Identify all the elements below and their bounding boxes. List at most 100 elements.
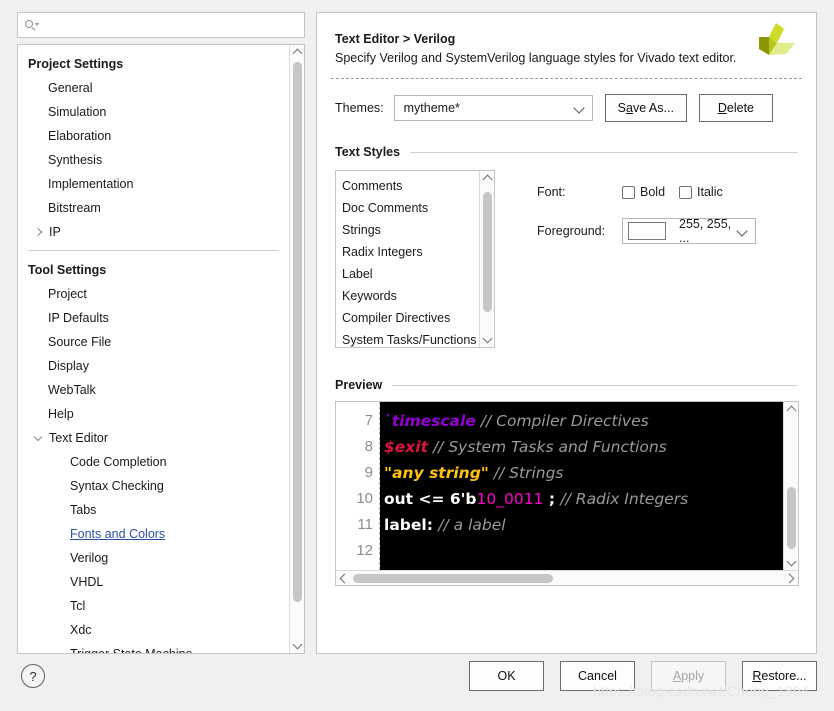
sidebar-item-label: Xdc bbox=[70, 623, 92, 637]
help-button[interactable]: ? bbox=[21, 664, 45, 688]
text-style-item-system-tasks-functions[interactable]: System Tasks/Functions bbox=[336, 329, 479, 347]
themes-select[interactable]: mytheme* bbox=[393, 95, 593, 121]
sidebar-item-ip-defaults[interactable]: IP Defaults bbox=[18, 306, 289, 330]
search-box[interactable] bbox=[17, 12, 305, 38]
text-styles-section-header: Text Styles bbox=[335, 145, 798, 159]
text-style-item-label[interactable]: Label bbox=[336, 263, 479, 285]
bold-checkbox[interactable] bbox=[622, 185, 635, 199]
scroll-right-icon[interactable] bbox=[783, 571, 798, 586]
ok-button[interactable]: OK bbox=[469, 661, 544, 691]
sidebar-item-help[interactable]: Help bbox=[18, 402, 289, 426]
text-style-item-strings[interactable]: Strings bbox=[336, 219, 479, 241]
scroll-up-icon[interactable] bbox=[480, 171, 495, 186]
sidebar-item-label: Source File bbox=[48, 335, 112, 349]
sidebar-item-ip[interactable]: IP bbox=[18, 220, 289, 244]
token-comment: // System Tasks and Functions bbox=[428, 438, 667, 456]
delete-theme-button[interactable]: Delete bbox=[698, 94, 773, 122]
scroll-left-icon[interactable] bbox=[336, 571, 351, 586]
sidebar-item-label: IP Defaults bbox=[48, 311, 109, 325]
scroll-track[interactable] bbox=[784, 417, 799, 555]
section-rule bbox=[410, 151, 798, 153]
header-divider bbox=[331, 78, 802, 79]
panel-header: Text Editor > Verilog Specify Verilog an… bbox=[317, 13, 816, 65]
sidebar-item-label: WebTalk bbox=[48, 383, 96, 397]
sidebar-item-source-file[interactable]: Source File bbox=[18, 330, 289, 354]
sidebar-item-verilog[interactable]: Verilog bbox=[18, 546, 289, 570]
preview-horizontal-scrollbar[interactable] bbox=[336, 570, 798, 585]
sidebar-item-implementation[interactable]: Implementation bbox=[18, 172, 289, 196]
scroll-down-icon[interactable] bbox=[784, 555, 799, 570]
settings-tree: Project Settings General Simulation Elabora… bbox=[17, 44, 305, 654]
text-style-item-compiler-directives[interactable]: Compiler Directives bbox=[336, 307, 479, 329]
sidebar-item-label: Fonts and Colors bbox=[70, 527, 166, 541]
foreground-color-select[interactable]: 255, 255, ... bbox=[622, 217, 756, 245]
scroll-track[interactable] bbox=[351, 571, 783, 586]
sidebar-item-project[interactable]: Project bbox=[18, 282, 289, 306]
sidebar-item-general[interactable]: General bbox=[18, 76, 289, 100]
sidebar-item-bitstream[interactable]: Bitstream bbox=[18, 196, 289, 220]
scroll-down-icon[interactable] bbox=[290, 638, 305, 653]
restore-button[interactable]: Restore... bbox=[742, 661, 817, 691]
scroll-track[interactable] bbox=[480, 186, 495, 332]
preview-code[interactable]: `timescale // Compiler Directives $exit /… bbox=[380, 402, 783, 570]
text-style-item-comments[interactable]: Comments bbox=[336, 175, 479, 197]
line-number: 12 bbox=[356, 542, 373, 559]
sidebar-item-label: Tabs bbox=[70, 503, 97, 517]
apply-button: Apply bbox=[651, 661, 726, 691]
sidebar-item-label: Elaboration bbox=[48, 129, 112, 143]
token-plain: label: bbox=[384, 516, 439, 534]
italic-checkbox[interactable] bbox=[679, 185, 693, 199]
sidebar-item-synthesis[interactable]: Synthesis bbox=[18, 148, 289, 172]
sidebar-item-tabs[interactable]: Tabs bbox=[18, 498, 289, 522]
sidebar-item-trigger-state-machine[interactable]: Trigger State Machine bbox=[18, 642, 289, 653]
cancel-button[interactable]: Cancel bbox=[560, 661, 635, 691]
search-input[interactable] bbox=[38, 17, 268, 33]
sidebar-item-label: Synthesis bbox=[48, 153, 103, 167]
font-properties: Font: Bold Italic Foreground: 255, 255, … bbox=[537, 170, 756, 348]
page-subtitle: Specify Verilog and SystemVerilog langua… bbox=[335, 51, 737, 65]
token-comment: // a label bbox=[438, 516, 506, 534]
text-style-item-keywords[interactable]: Keywords bbox=[336, 285, 479, 307]
save-as-button[interactable]: Sa ve As... bbox=[604, 94, 687, 122]
chevron-right-icon[interactable] bbox=[32, 225, 46, 239]
settings-tree-scrollbar[interactable] bbox=[289, 45, 304, 653]
sidebar-item-display[interactable]: Display bbox=[18, 354, 289, 378]
sidebar-item-code-completion[interactable]: Code Completion bbox=[18, 450, 289, 474]
preview-box: 7 8 9 10 11 12 `timescale // Compiler Directi… bbox=[335, 401, 799, 586]
text-styles-scrollbar[interactable] bbox=[479, 171, 494, 347]
sidebar-item-simulation[interactable]: Simulation bbox=[18, 100, 289, 124]
preview-code-line: "any string" // Strings bbox=[384, 460, 783, 486]
sidebar-item-xdc[interactable]: Xdc bbox=[18, 618, 289, 642]
chevron-down-icon bbox=[574, 102, 586, 114]
text-styles-title: Text Styles bbox=[335, 145, 401, 159]
scroll-up-icon[interactable] bbox=[784, 402, 799, 417]
sidebar-item-vhdl[interactable]: VHDL bbox=[18, 570, 289, 594]
sidebar-item-tcl[interactable]: Tcl bbox=[18, 594, 289, 618]
preview-vertical-scrollbar[interactable] bbox=[783, 402, 798, 570]
sidebar-item-elaboration[interactable]: Elaboration bbox=[18, 124, 289, 148]
text-style-item-doc-comments[interactable]: Doc Comments bbox=[336, 197, 479, 219]
preview-line-numbers: 7 8 9 10 11 12 bbox=[336, 402, 380, 570]
tree-group-label: Project Settings bbox=[28, 57, 124, 71]
italic-label: Italic bbox=[697, 185, 723, 199]
sidebar-item-label: Simulation bbox=[48, 105, 107, 119]
sidebar-item-text-editor[interactable]: Text Editor bbox=[18, 426, 289, 450]
scroll-up-icon[interactable] bbox=[290, 45, 305, 60]
line-number: 8 bbox=[364, 438, 373, 455]
text-style-item-radix-integers[interactable]: Radix Integers bbox=[336, 241, 479, 263]
sidebar-item-syntax-checking[interactable]: Syntax Checking bbox=[18, 474, 289, 498]
sidebar-item-label: Tcl bbox=[70, 599, 86, 613]
scroll-thumb[interactable] bbox=[786, 487, 796, 549]
text-styles-listbox[interactable]: Comments Doc Comments Strings Radix Integer… bbox=[335, 170, 495, 348]
sidebar-item-webtalk[interactable]: WebTalk bbox=[18, 378, 289, 402]
token-comment: // Radix Integers bbox=[560, 490, 689, 508]
scroll-thumb[interactable] bbox=[353, 573, 553, 583]
section-rule bbox=[392, 384, 798, 386]
sidebar-item-label: Project bbox=[48, 287, 87, 301]
scroll-track[interactable] bbox=[290, 60, 305, 638]
sidebar-item-fonts-and-colors[interactable]: Fonts and Colors bbox=[18, 522, 289, 546]
scroll-thumb[interactable] bbox=[482, 192, 492, 312]
chevron-down-icon[interactable] bbox=[32, 431, 46, 445]
scroll-thumb[interactable] bbox=[292, 62, 302, 602]
scroll-down-icon[interactable] bbox=[480, 332, 495, 347]
